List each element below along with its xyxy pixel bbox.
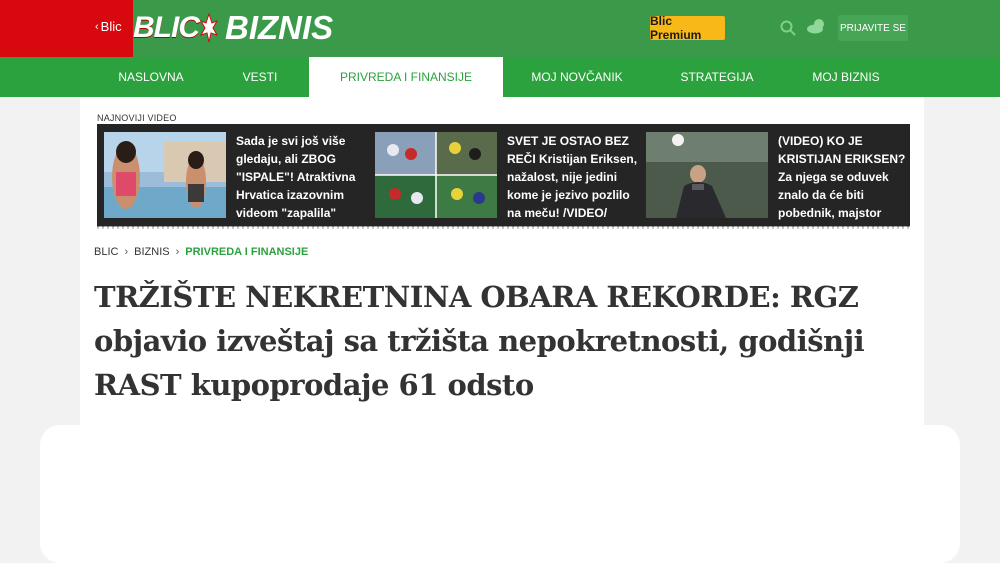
- nav-item-naslovna[interactable]: NASLOVNA: [92, 57, 210, 97]
- blic-biznis-logo[interactable]: BLIC BIZNIS: [133, 8, 333, 48]
- video-card[interactable]: (VIDEO) KO JE KRISTIJAN ERIKSEN? Za njeg…: [646, 132, 908, 220]
- chevron-right-icon: ›: [175, 246, 180, 258]
- blic-premium-button[interactable]: Blic Premium: [650, 14, 725, 42]
- search-icon[interactable]: [780, 20, 796, 36]
- video-thumbnail[interactable]: [104, 132, 226, 218]
- nav-item-moj-novcanik[interactable]: MOJ NOVČANIK: [503, 57, 651, 97]
- video-thumbnail[interactable]: [375, 132, 497, 218]
- weather-icon[interactable]: [806, 18, 826, 34]
- login-button[interactable]: PRIJAVITE SE: [838, 15, 908, 41]
- logo-star-icon: [200, 13, 218, 43]
- latest-video-strip: Sada je svi još više gledaju, ali ZBOG "…: [97, 124, 910, 227]
- nav-item-privreda-i-finansije[interactable]: PRIVREDA I FINANSIJE: [309, 57, 503, 97]
- breadcrumb-item-current[interactable]: PRIVREDA I FINANSIJE: [185, 246, 308, 258]
- logo-blic-text: BLIC: [133, 11, 200, 44]
- back-to-blic-link[interactable]: ‹ Blic: [95, 19, 122, 34]
- latest-video-heading: NAJNOVIJI VIDEO: [97, 113, 177, 123]
- nav-item-vesti[interactable]: VESTI: [210, 57, 310, 97]
- back-link-label: Blic: [100, 19, 122, 34]
- breadcrumb-item-blic[interactable]: BLIC: [94, 246, 118, 258]
- article-headline: TRŽIŠTE NEKRETNINA OBARA REKORDE: RGZ ob…: [94, 280, 865, 402]
- top-header: ‹ Blic BLIC BIZNIS Blic Premium PRIJAVIT…: [0, 0, 1000, 57]
- video-strip-divider: [97, 226, 910, 229]
- blank-area: [40, 425, 960, 563]
- video-title[interactable]: Sada je svi još više gledaju, ali ZBOG "…: [236, 132, 371, 222]
- nav-item-moj-biznis[interactable]: MOJ BIZNIS: [783, 57, 909, 97]
- nav-item-strategija[interactable]: STRATEGIJA: [651, 57, 783, 97]
- logo-biznis-text: BIZNIS: [225, 9, 334, 46]
- video-title[interactable]: SVET JE OSTAO BEZ REČI Kristijan Eriksen…: [507, 132, 642, 222]
- chevron-left-icon: ‹: [95, 20, 99, 33]
- chevron-right-icon: ›: [124, 246, 129, 258]
- main-nav: NASLOVNA VESTI PRIVREDA I FINANSIJE MOJ …: [0, 57, 1000, 97]
- breadcrumb-item-biznis[interactable]: BIZNIS: [134, 246, 169, 258]
- video-thumbnail[interactable]: [646, 132, 768, 218]
- breadcrumb: BLIC › BIZNIS › PRIVREDA I FINANSIJE: [94, 246, 308, 258]
- video-card[interactable]: Sada je svi još više gledaju, ali ZBOG "…: [104, 132, 374, 220]
- video-card[interactable]: SVET JE OSTAO BEZ REČI Kristijan Eriksen…: [375, 132, 645, 220]
- video-title[interactable]: (VIDEO) KO JE KRISTIJAN ERIKSEN? Za njeg…: [778, 132, 913, 222]
